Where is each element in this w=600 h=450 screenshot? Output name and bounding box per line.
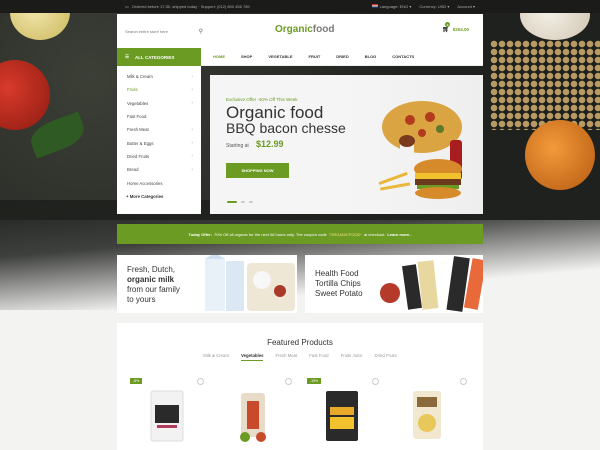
cart-total: $204.00 [452,27,469,32]
heart-icon[interactable] [460,378,467,385]
hero-slider: Exclusive Offer -40% Off This Week Organ… [210,75,483,214]
milk-banner[interactable]: Fresh, Dutch, organic milk from our fami… [117,255,297,313]
category-item-milk-cream[interactable]: Milk & Cream › [126,70,193,83]
hero-offer: Exclusive Offer -40% Off This Week [226,97,298,102]
nav-vegetable[interactable]: VEGETABLE [260,54,300,59]
food-image [378,101,462,199]
chevron-right-icon: › [191,140,193,147]
featured-tabs: Milk & Cream Vegetables Fresh Meat Fast … [117,353,483,361]
category-item-fruits[interactable]: Fruits › [126,83,193,96]
hero-price-label: Starting at [226,143,249,149]
tab-dried-fruits[interactable]: Dried Fruits [375,353,397,361]
all-categories-button[interactable]: ☰ ALL CATEGORIES [117,48,201,66]
milk-product-image [205,255,295,311]
chevron-right-icon: › [191,100,193,107]
chevron-right-icon: › [191,73,193,80]
chevron-right-icon: › [191,166,193,173]
category-item-fast-food[interactable]: Fast Food [126,110,193,123]
currency-select[interactable]: Currency: USD ▾ [419,4,449,9]
slider-dot[interactable] [241,201,245,203]
nav-dried[interactable]: DRIED [328,54,356,59]
chips-banner[interactable]: Health Food Tortilla Chips Sweet Potato [305,255,483,313]
category-item-dried-fruits[interactable]: Dried Fruits › [126,150,193,163]
slider-dots [227,201,253,203]
tab-fresh-meat[interactable]: Fresh Meat [275,353,297,361]
product-image[interactable] [407,387,447,445]
shipping-info: ▭ Ordered before 17:30, shipped today · … [125,4,250,9]
featured-products: Featured Products Milk & Cream Vegetable… [117,323,483,450]
hero-subtitle: BBQ bacon chesse [226,120,346,136]
heart-icon[interactable] [285,378,292,385]
promo-bar: Today Offer: 70% Off all organic for the… [117,224,483,244]
shopping-now-button[interactable]: SHOPPING NOW [226,163,289,178]
category-item-butter-eggs[interactable]: Butter & Eggs › [126,136,193,149]
heart-icon[interactable] [197,378,204,385]
cart-button[interactable]: 🛒︎ 0 $204.00 [442,22,469,33]
shipping-text: Ordered before 17:30, shipped today · Su… [131,4,250,9]
coupon-code: "ORGANICFOOD" [328,231,362,237]
learn-more-link[interactable]: Learn more.. [387,232,411,237]
heart-icon[interactable] [372,378,379,385]
product-image[interactable] [233,387,273,445]
category-item-bread[interactable]: Bread › [126,163,193,176]
nav-fruit[interactable]: FRUIT [301,54,329,59]
product-image[interactable] [322,387,362,445]
search-box: ⚲ [125,25,203,37]
orange-decoration [525,120,595,190]
uk-flag-icon [371,4,378,8]
tab-vegetables[interactable]: Vegetables [241,353,264,361]
chips-banner-text: Health Food Tortilla Chips Sweet Potato [315,269,363,298]
tab-fruits-juice[interactable]: Fruits Juice [341,353,363,361]
search-icon[interactable]: ⚲ [199,28,203,35]
featured-title: Featured Products [267,338,333,347]
category-item-home-accessories[interactable]: Home Accessories [126,176,193,189]
more-categories-link[interactable]: + More Categories [126,190,193,203]
top-bar: ▭ Ordered before 17:30, shipped today · … [0,0,600,13]
nav-shop[interactable]: SHOP [233,54,260,59]
chevron-right-icon: › [191,86,193,93]
nav-home[interactable]: HOME [205,54,233,59]
truck-icon: ▭ [125,4,129,9]
product-image[interactable] [147,387,187,445]
tab-milk-cream[interactable]: Milk & Cream [203,353,229,361]
slider-dot[interactable] [249,201,253,203]
slider-dot[interactable] [227,201,237,203]
chevron-right-icon: › [191,153,193,160]
search-input[interactable] [125,28,189,34]
discount-badge: -8% [130,378,143,384]
cart-icon: 🛒︎ [442,27,450,33]
header: ⚲ Organicfood 🛒︎ 0 $204.00 [117,14,483,48]
beans-decoration [490,40,600,130]
nav-contacts[interactable]: CONTACTS [384,54,422,59]
hero-price: $12.99 [256,139,284,149]
discount-badge: -15% [307,378,322,384]
nav-blog[interactable]: BLOG [357,54,385,59]
main-nav: HOME SHOP VEGETABLE FRUIT DRIED BLOG CON… [201,48,483,66]
category-item-fresh-meat[interactable]: Fresh Meat › [126,123,193,136]
category-list: Milk & Cream › Fruits › Vegetables › Fast F… [117,66,201,214]
chevron-right-icon: › [191,126,193,133]
language-select[interactable]: Language: ENG ▾ [371,4,411,9]
menu-icon: ☰ [125,54,130,59]
account-menu[interactable]: Account ▾ [457,4,475,9]
brush-stroke [0,200,600,310]
milk-banner-text: Fresh, Dutch, organic milk from our fami… [127,265,180,304]
category-item-vegetables[interactable]: Vegetables › [126,97,193,110]
logo[interactable]: Organicfood [275,24,334,35]
tab-fast-food[interactable]: Fast Food [309,353,328,361]
top-bar-settings: Language: ENG ▾ Currency: USD ▾ Account … [371,4,475,9]
chips-product-image [380,256,483,312]
